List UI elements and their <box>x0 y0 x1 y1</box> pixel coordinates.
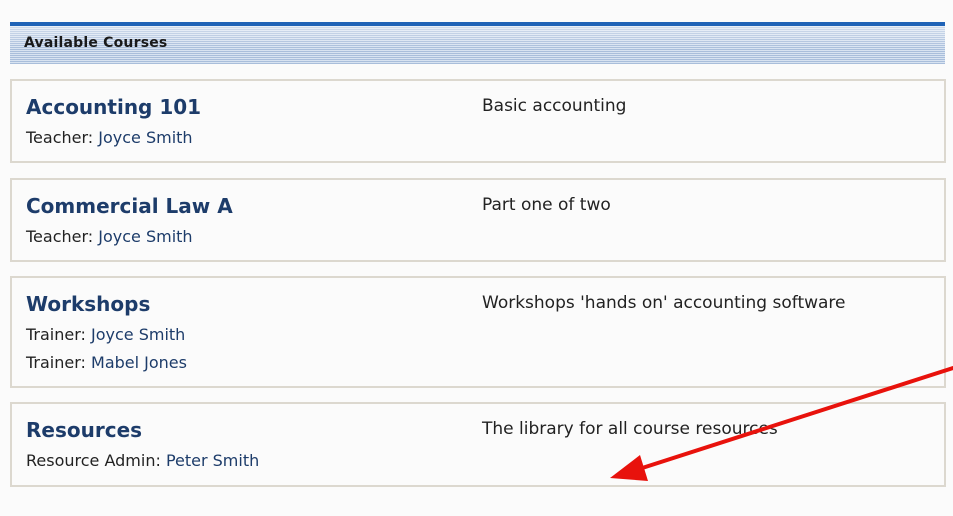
course-summary: Part one of two <box>482 195 611 215</box>
staff-role: Trainer: <box>26 353 86 372</box>
staff-role: Trainer: <box>26 325 86 344</box>
course-box-commercial-law-a: Commercial Law A Teacher: Joyce Smith Pa… <box>10 178 946 262</box>
course-box-accounting-101: Accounting 101 Teacher: Joyce Smith Basi… <box>10 79 946 163</box>
course-box-resources: Resources Resource Admin: Peter Smith Th… <box>10 402 946 487</box>
staff-person-link[interactable]: Joyce Smith <box>98 128 192 147</box>
course-staff-line: Teacher: Joyce Smith <box>26 128 193 147</box>
course-staff-line: Teacher: Joyce Smith <box>26 227 193 246</box>
course-summary: Workshops 'hands on' accounting software <box>482 293 846 313</box>
staff-person-link[interactable]: Peter Smith <box>166 451 259 470</box>
staff-person-link[interactable]: Joyce Smith <box>91 325 185 344</box>
available-courses-header: Available Courses <box>10 22 945 64</box>
course-staff-line: Resource Admin: Peter Smith <box>26 451 259 470</box>
course-link-workshops[interactable]: Workshops <box>26 292 150 316</box>
staff-role: Teacher: <box>26 128 94 147</box>
course-link-commercial-law-a[interactable]: Commercial Law A <box>26 194 233 218</box>
course-box-workshops: Workshops Trainer: Joyce Smith Trainer: … <box>10 276 946 388</box>
block-title: Available Courses <box>24 35 168 51</box>
staff-role: Resource Admin: <box>26 451 161 470</box>
staff-person-link[interactable]: Joyce Smith <box>98 227 192 246</box>
course-staff-line: Trainer: Mabel Jones <box>26 353 187 372</box>
course-summary: Basic accounting <box>482 96 627 116</box>
course-link-accounting-101[interactable]: Accounting 101 <box>26 95 201 119</box>
course-summary: The library for all course resources <box>482 419 778 439</box>
course-staff-line: Trainer: Joyce Smith <box>26 325 185 344</box>
course-list-page: Available Courses Accounting 101 Teacher… <box>0 0 953 516</box>
staff-role: Teacher: <box>26 227 94 246</box>
staff-person-link[interactable]: Mabel Jones <box>91 353 187 372</box>
course-link-resources[interactable]: Resources <box>26 418 142 442</box>
